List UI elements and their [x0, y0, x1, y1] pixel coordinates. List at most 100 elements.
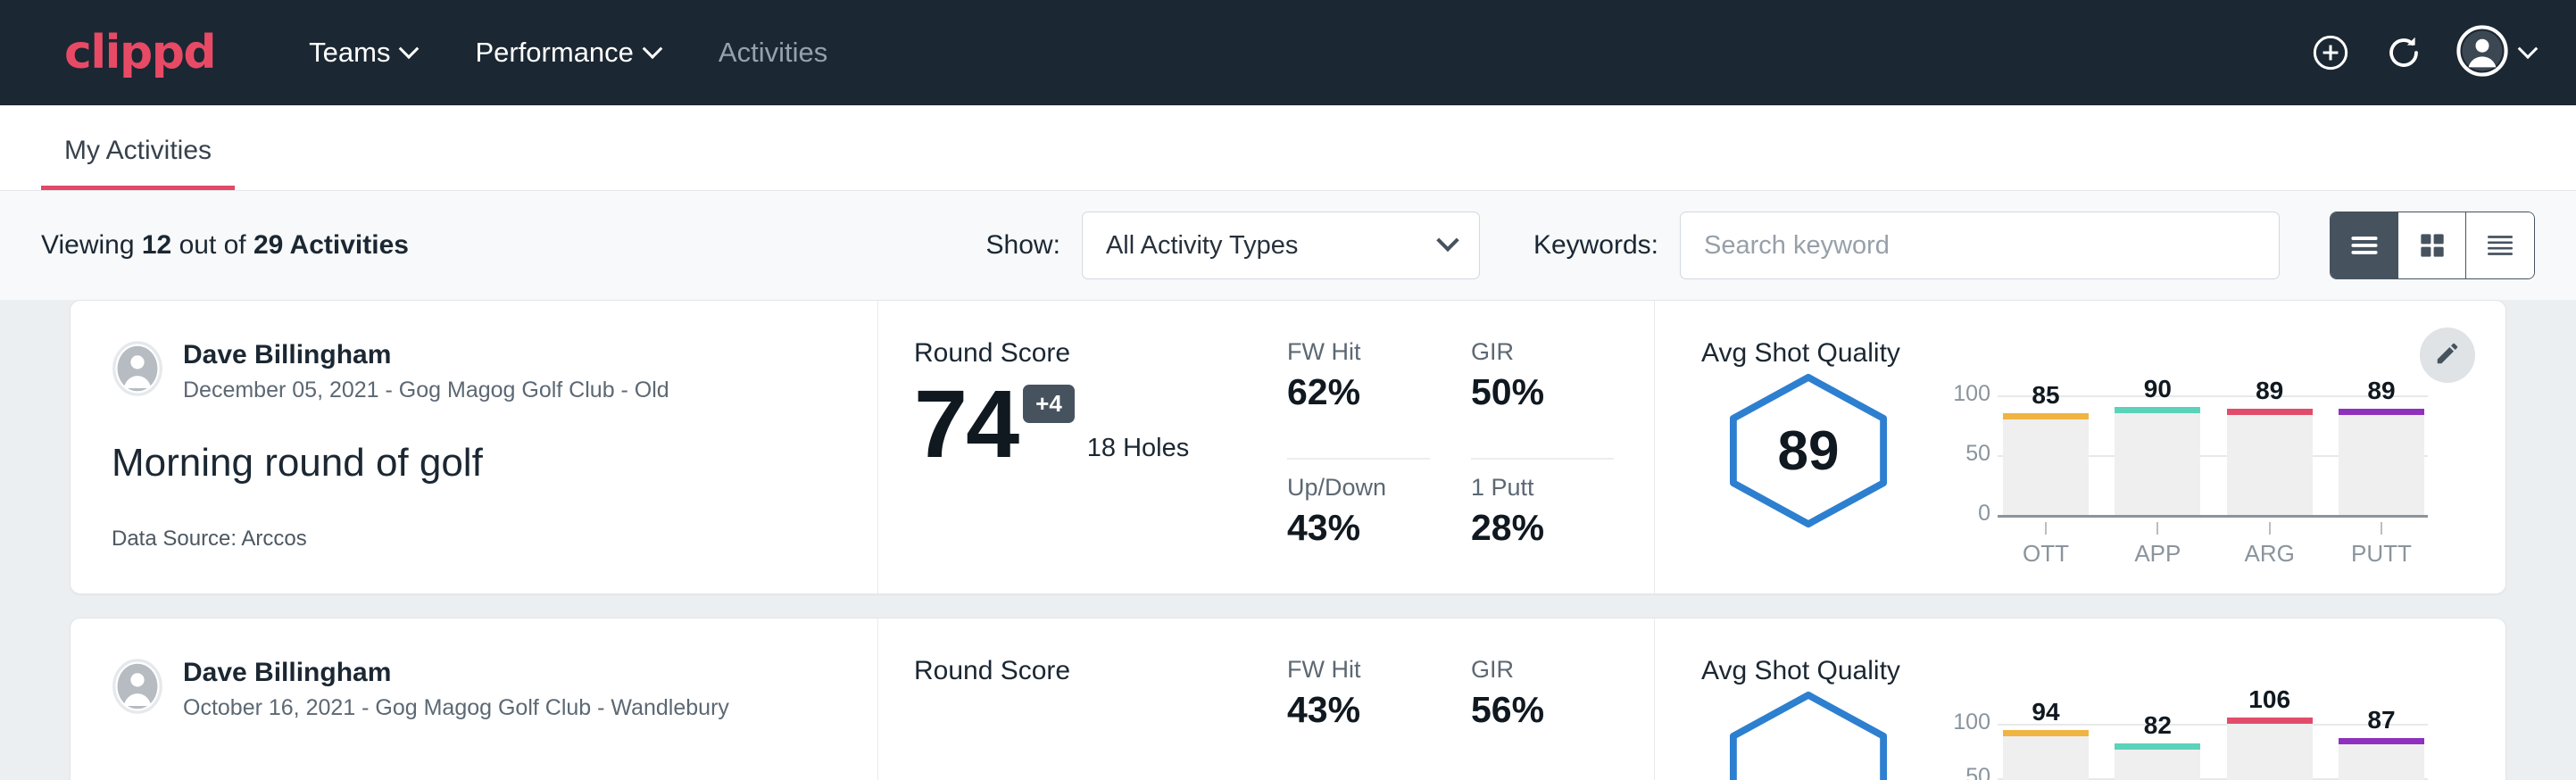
player-row: Dave Billingham December 05, 2021 - Gog … [112, 338, 836, 403]
stat-key: GIR [1471, 656, 1614, 684]
bar-column: 89 [2227, 372, 2313, 515]
navbar-actions [2310, 25, 2535, 81]
round-score-label: Round Score [914, 656, 1271, 686]
search-input[interactable] [1680, 212, 2280, 279]
stat-value: 28% [1471, 507, 1614, 549]
x-axis-tick-label: PUTT [2339, 540, 2424, 568]
tick-mark [2381, 522, 2382, 535]
bar-value-label: 94 [2003, 698, 2089, 726]
round-score-block: Round Score [914, 656, 1271, 780]
bar-cap [2115, 743, 2200, 750]
nav-item-performance[interactable]: Performance [445, 28, 688, 78]
x-tick: APP [2115, 522, 2200, 568]
stat-value: 43% [1287, 689, 1430, 731]
nav-item-activities[interactable]: Activities [689, 28, 857, 78]
bar-value-label: 106 [2227, 685, 2313, 714]
stat-value: 56% [1471, 689, 1614, 731]
data-source-label: Data Source: Arccos [112, 527, 836, 552]
bar-value-label: 82 [2115, 711, 2200, 740]
stat-fw-hit: FW Hit 43% [1287, 656, 1430, 780]
avg-shot-quality-section: Avg Shot Quality 100500948210687OTTAPPAR… [1655, 618, 2505, 780]
round-score-value: 74 [914, 376, 1018, 472]
stat-value: 50% [1471, 371, 1614, 413]
x-axis-ticks: OTTAPPARGPUTT [2003, 522, 2424, 568]
player-text: Dave Billingham October 16, 2021 - Gog M… [183, 656, 729, 721]
stat-gir: GIR 56% [1471, 656, 1614, 780]
bar-column: 94 [2003, 690, 2089, 780]
bar-cap [2339, 738, 2424, 744]
avg-shot-quality-label: Avg Shot Quality [1701, 338, 2505, 369]
bar [2227, 409, 2313, 515]
compact-view-button[interactable] [2466, 212, 2534, 278]
keywords-label: Keywords: [1533, 230, 1658, 261]
player-name: Dave Billingham [183, 656, 729, 690]
nav-item-teams[interactable]: Teams [279, 28, 445, 78]
bar-group: 85 90 8989 [2003, 372, 2424, 515]
viewing-prefix: Viewing [41, 230, 142, 260]
chevron-down-icon [1436, 229, 1458, 252]
bar-column: 82 [2115, 690, 2200, 780]
quality-hexagon [1721, 690, 1896, 780]
holes-label: 18 Holes [1087, 434, 1189, 463]
avatar [112, 341, 163, 401]
bar-cap [2227, 409, 2313, 415]
avg-shot-quality-body: 100500948210687OTTAPPARGPUTT [1701, 690, 2505, 780]
chevron-down-icon [399, 38, 420, 59]
player-row: Dave Billingham October 16, 2021 - Gog M… [112, 656, 836, 721]
round-score-section: Round Score 74 +4 18 Holes FW Hit 62% GI… [878, 301, 1655, 593]
pencil-icon [2434, 340, 2461, 371]
stat-value: 43% [1287, 507, 1430, 549]
show-label: Show: [986, 230, 1060, 261]
stat-up-down: Up/Down 43% [1287, 474, 1430, 593]
activity-title: Morning round of golf [112, 441, 836, 485]
bar [2339, 409, 2424, 515]
stat-gir: GIR 50% [1471, 338, 1614, 460]
quality-hex-wrap: 89 [1701, 372, 1915, 529]
edit-activity-button[interactable] [2420, 328, 2475, 383]
refresh-icon[interactable] [2383, 32, 2424, 73]
player-name: Dave Billingham [183, 338, 669, 372]
bar-value-label: 90 [2115, 375, 2200, 403]
activity-type-select[interactable]: All Activity Types [1082, 212, 1480, 279]
x-axis-line [1998, 515, 2428, 518]
activity-card[interactable]: Dave Billingham December 05, 2021 - Gog … [70, 300, 2506, 594]
quality-hex-wrap [1701, 690, 1915, 780]
list-view-button[interactable] [2331, 212, 2398, 278]
bar-column: 89 [2339, 372, 2424, 515]
filter-bar: Viewing 12 out of 29 Activities Show: Al… [0, 191, 2576, 300]
grid-view-button[interactable] [2398, 212, 2466, 278]
bar-cap [2003, 413, 2089, 419]
bar-column: 106 [2227, 690, 2313, 780]
y-axis-tick-label: 50 [1928, 441, 1990, 467]
tick-mark [2156, 522, 2158, 535]
nav-item-label: Performance [475, 37, 633, 69]
y-axis-tick-label: 50 [1928, 764, 1990, 780]
bar [2339, 738, 2424, 780]
avg-shot-quality-label: Avg Shot Quality [1701, 656, 2505, 686]
stat-value: 62% [1287, 371, 1430, 413]
round-score-block: Round Score 74 +4 18 Holes [914, 338, 1271, 593]
activity-meta: October 16, 2021 - Gog Magog Golf Club -… [183, 695, 729, 721]
filter-controls: Show: All Activity Types Keywords: [986, 212, 2535, 279]
primary-nav: Teams Performance Activities [279, 28, 857, 78]
chevron-down-icon [2518, 38, 2539, 59]
nav-item-label: Activities [719, 37, 827, 69]
y-axis-tick-label: 0 [1928, 501, 1990, 527]
bar-cap [2227, 718, 2313, 724]
add-circle-icon[interactable] [2310, 32, 2351, 73]
activity-card-list: Dave Billingham December 05, 2021 - Gog … [0, 300, 2576, 780]
avatar [2456, 25, 2508, 81]
x-axis-tick-label: ARG [2227, 540, 2313, 568]
app-logo[interactable]: clippd [64, 26, 215, 79]
tab-label: My Activities [64, 136, 212, 165]
chevron-down-icon [643, 38, 663, 59]
round-stats-grid: FW Hit 43% GIR 56% [1287, 656, 1614, 780]
bar-cap [2003, 730, 2089, 736]
bar-column: 85 [2003, 372, 2089, 515]
tab-my-activities[interactable]: My Activities [41, 136, 235, 190]
stat-key: FW Hit [1287, 338, 1430, 366]
tick-mark [2045, 522, 2047, 535]
player-text: Dave Billingham December 05, 2021 - Gog … [183, 338, 669, 403]
user-menu[interactable] [2456, 25, 2535, 81]
activity-card[interactable]: Dave Billingham October 16, 2021 - Gog M… [70, 618, 2506, 780]
